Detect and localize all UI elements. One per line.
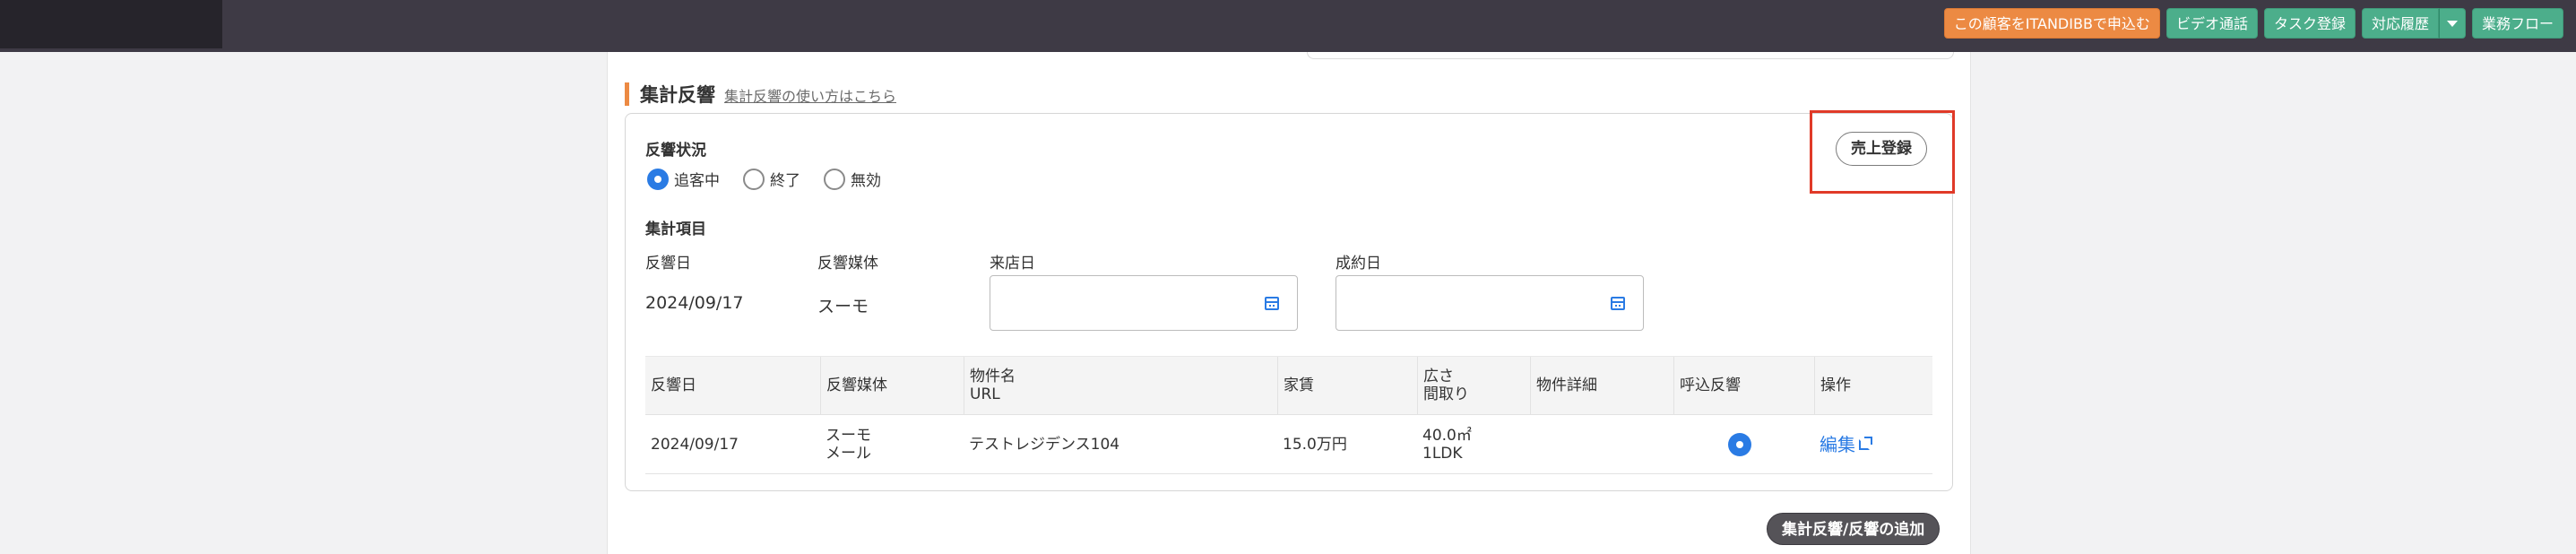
- status-radio-group: 追客中 終了 無効: [647, 168, 881, 190]
- row-rent: 15.0万円: [1283, 435, 1347, 454]
- radio-unselected-icon[interactable]: [743, 168, 765, 190]
- header-cell: 広さ 間取り: [1417, 357, 1530, 414]
- header-action: 操作: [1820, 377, 1851, 394]
- header-area-size: 広さ: [1423, 368, 1454, 385]
- response-date-label: 反響日: [645, 255, 691, 273]
- edit-link-label: 編集: [1820, 433, 1855, 455]
- row-cell: [1673, 415, 1814, 473]
- task-register-button[interactable]: タスク登録: [2263, 8, 2356, 39]
- table-header: 反響日 反響媒体 物件名 URL 家賃 広さ 間取り 物件詳細 呼込反響 操作: [645, 356, 1932, 415]
- header-cell: 物件詳細: [1530, 357, 1673, 414]
- row-cell: 2024/09/17: [645, 415, 820, 473]
- history-button[interactable]: 対応履歴: [2361, 8, 2439, 39]
- history-button-group: 対応履歴: [2361, 8, 2466, 39]
- header-cell: 家賃: [1277, 357, 1417, 414]
- status-option-label: 終了: [770, 172, 800, 190]
- header-cell: 操作: [1814, 357, 1932, 414]
- help-link[interactable]: 集計反響の使い方はこちら: [724, 84, 896, 106]
- add-response-button[interactable]: 集計反響/反響の追加: [1767, 513, 1941, 545]
- fields-label: 集計項目: [645, 221, 706, 238]
- header-cell: 物件名 URL: [964, 357, 1277, 414]
- row-area-layout: 1LDK: [1422, 444, 1463, 463]
- row-media-name: スーモ: [826, 426, 871, 445]
- row-media: スーモ メール: [826, 427, 871, 463]
- response-table: 反響日 反響媒体 物件名 URL 家賃 広さ 間取り 物件詳細 呼込反響 操作 …: [645, 356, 1932, 474]
- status-option-label: 追客中: [674, 172, 720, 190]
- header-media: 反響媒体: [826, 377, 887, 394]
- radio-unselected-icon[interactable]: [824, 168, 845, 190]
- section-title: 集計反響: [640, 84, 715, 106]
- edit-link[interactable]: 編集: [1820, 433, 1872, 455]
- media-value: スーモ: [817, 297, 869, 316]
- media-label: 反響媒体: [817, 255, 878, 273]
- external-link-icon: [1859, 436, 1872, 450]
- apply-itandibb-button[interactable]: この顧客をITANDIBBで申込む: [1943, 8, 2160, 39]
- row-cell: [1530, 415, 1673, 473]
- status-radio-following[interactable]: 追客中: [647, 168, 720, 190]
- radio-selected-icon[interactable]: [647, 168, 669, 190]
- header-area: 広さ 間取り: [1423, 368, 1469, 403]
- workflow-button[interactable]: 業務フロー: [2471, 8, 2563, 39]
- row-date: 2024/09/17: [651, 435, 739, 454]
- header-property: 物件名 URL: [970, 368, 1016, 403]
- contract-date-label: 成約日: [1336, 255, 1381, 273]
- section-accent-bar: [625, 82, 629, 106]
- aggregate-response-card: 反響状況 追客中 終了 無効 売上登録 集計項目 反響日 2024/09/17 …: [625, 110, 1955, 491]
- row-call-radio[interactable]: [1728, 432, 1751, 456]
- header-area-layout: 間取り: [1423, 385, 1469, 403]
- header-property-name: 物件名: [970, 368, 1016, 385]
- radio-selected-icon[interactable]: [1728, 432, 1751, 456]
- contract-date-input[interactable]: [1336, 275, 1644, 331]
- row-area-size: 40.0㎡: [1422, 426, 1472, 445]
- response-date-value: 2024/09/17: [645, 293, 744, 313]
- status-option-label: 無効: [851, 172, 881, 190]
- video-call-button[interactable]: ビデオ通話: [2165, 8, 2258, 39]
- header-detail: 物件詳細: [1536, 377, 1597, 394]
- visit-date-input[interactable]: [990, 275, 1298, 331]
- sales-register-button[interactable]: 売上登録: [1836, 132, 1927, 166]
- app-logo-area: [0, 0, 222, 48]
- calendar-icon[interactable]: [1611, 297, 1625, 310]
- status-radio-finished[interactable]: 終了: [743, 168, 800, 190]
- row-cell: 15.0万円: [1277, 415, 1417, 473]
- sales-button-highlight: 売上登録: [1810, 110, 1955, 194]
- header-actions: この顧客をITANDIBBで申込む ビデオ通話 タスク登録 対応履歴 業務フロー: [1943, 8, 2563, 39]
- row-cell: 40.0㎡ 1LDK: [1417, 415, 1530, 473]
- visit-date-label: 来店日: [990, 255, 1035, 273]
- row-cell: スーモ メール: [820, 415, 964, 473]
- header-cell: 反響媒体: [820, 357, 964, 414]
- caret-down-icon: [2446, 20, 2458, 27]
- history-dropdown-toggle[interactable]: [2438, 8, 2466, 39]
- header-property-url: URL: [970, 385, 1000, 403]
- status-label: 反響状況: [645, 142, 706, 160]
- header-call: 呼込反響: [1680, 377, 1741, 394]
- top-header-bar: この顧客をITANDIBBで申込む ビデオ通話 タスク登録 対応履歴 業務フロー: [0, 0, 2576, 52]
- previous-card-edge: [1307, 52, 1954, 59]
- header-rent: 家賃: [1284, 377, 1314, 394]
- header-cell: 呼込反響: [1673, 357, 1814, 414]
- header-cell: 反響日: [645, 357, 820, 414]
- status-radio-invalid[interactable]: 無効: [824, 168, 881, 190]
- table-row: 2024/09/17 スーモ メール テストレジデンス104 15.0万円 40…: [645, 415, 1932, 474]
- row-cell: テストレジデンス104: [964, 415, 1277, 473]
- section-header: 集計反響 集計反響の使い方はこちら: [625, 81, 896, 108]
- row-property: テストレジデンス104: [969, 435, 1120, 454]
- header-date: 反響日: [651, 377, 696, 394]
- row-media-sub: メール: [826, 444, 871, 463]
- calendar-icon[interactable]: [1265, 297, 1279, 310]
- row-cell: 編集: [1814, 415, 1932, 473]
- row-area: 40.0㎡ 1LDK: [1422, 427, 1472, 463]
